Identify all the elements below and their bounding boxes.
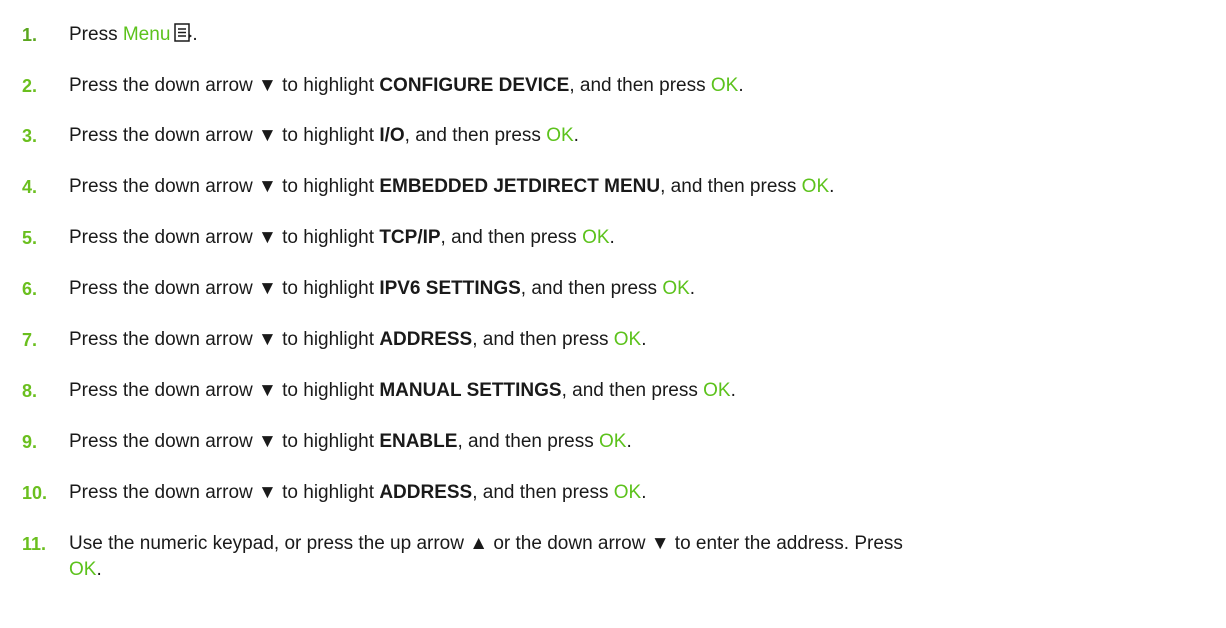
period: . <box>689 278 696 299</box>
down-arrow-icon: ▼ <box>258 75 277 96</box>
step-text: Press the down arrow ▼ to highlight ADDR… <box>69 327 1186 353</box>
period: . <box>573 125 579 146</box>
menu-item-name: CONFIGURE DEVICE <box>379 75 570 96</box>
step-mid: to highlight <box>282 482 375 503</box>
step-mid: to highlight <box>282 125 375 146</box>
step-post: , and then press <box>472 329 609 350</box>
press-text: Press <box>69 24 118 45</box>
down-arrow-icon: ▼ <box>258 227 277 248</box>
down-arrow-icon: ▼ <box>258 329 277 350</box>
period: . <box>738 75 744 96</box>
step-mid: to highlight <box>282 329 375 350</box>
step-pre: Press the down arrow <box>69 380 253 401</box>
step-pre: Use the numeric keypad, or press the up … <box>69 533 464 554</box>
step-text: Press the down arrow ▼ to highlight IPV6… <box>69 276 1186 302</box>
ok-label: OK <box>598 431 627 452</box>
step-text: Press the down arrow ▼ to highlight ADDR… <box>69 480 1186 506</box>
step-pre: Press the down arrow <box>69 176 253 197</box>
down-arrow-icon: ▼ <box>650 533 670 554</box>
menu-item-name: ENABLE <box>379 431 458 452</box>
step-text: Press the down arrow ▼ to highlight ENAB… <box>69 429 1186 455</box>
menu-label: Menu <box>122 24 171 45</box>
step-post: to enter the address. Press <box>674 533 903 554</box>
step-mid: to highlight <box>282 176 375 197</box>
step-post: , and then press <box>520 278 658 299</box>
down-arrow-icon: ▼ <box>258 431 277 452</box>
down-arrow-icon: ▼ <box>258 380 277 401</box>
menu-item-name: MANUAL SETTINGS <box>379 380 562 401</box>
step-number: 7. <box>22 330 38 350</box>
step-post: , and then press <box>440 227 577 248</box>
step-pre: Press the down arrow <box>69 329 253 350</box>
step-pre: Press the down arrow <box>69 431 253 452</box>
step-text: Press the down arrow ▼ to highlight TCP/… <box>69 225 1186 251</box>
step-number: 5. <box>22 228 38 248</box>
step-pre: Press the down arrow <box>69 278 253 299</box>
down-arrow-icon: ▼ <box>258 278 277 299</box>
menu-item-name: ADDRESS <box>379 329 473 350</box>
step-pre: Press the down arrow <box>69 482 253 503</box>
ok-label: OK <box>710 75 739 96</box>
step-pre: Press the down arrow <box>69 75 253 96</box>
period: . <box>96 559 102 580</box>
step-post: , and then press <box>404 125 541 146</box>
menu-item-name: TCP/IP <box>379 227 441 248</box>
menu-item-name: IPV6 SETTINGS <box>379 278 521 299</box>
ok-label: OK <box>582 227 610 248</box>
menu-item-name: EMBEDDED JETDIRECT MENU <box>379 176 661 197</box>
step-text: Press Menu . <box>69 22 1186 51</box>
down-arrow-icon: ▼ <box>258 482 277 503</box>
period: . <box>641 482 647 503</box>
step-mid: to highlight <box>282 227 375 248</box>
step-pre: Press the down arrow <box>69 125 253 146</box>
step-text: Press the down arrow ▼ to highlight CONF… <box>69 73 1186 99</box>
menu-item-name: I/O <box>379 125 405 146</box>
step-number: 8. <box>22 381 38 401</box>
step-number: 2. <box>22 76 38 96</box>
step-number: 11. <box>22 534 47 554</box>
step-mid: to highlight <box>282 431 375 452</box>
step-number: 4. <box>22 177 38 197</box>
step-number: 3. <box>22 126 38 146</box>
period: . <box>192 24 198 45</box>
step-post: , and then press <box>457 431 594 452</box>
ok-label: OK <box>662 278 690 299</box>
step-number: 10. <box>22 483 48 503</box>
step-pre: Press the down arrow <box>69 227 253 248</box>
ok-label: OK <box>546 125 574 146</box>
down-arrow-icon: ▼ <box>258 176 277 197</box>
step-number: 1. <box>22 25 38 45</box>
down-arrow-icon: ▼ <box>258 125 277 146</box>
step-number: 6. <box>22 279 38 299</box>
ok-label: OK <box>613 482 642 503</box>
step-text: Press the down arrow ▼ to highlight MANU… <box>69 378 1186 404</box>
period: . <box>730 380 736 401</box>
menu-icon <box>174 23 193 51</box>
step-number: 9. <box>22 432 38 452</box>
up-arrow-icon: ▲ <box>469 533 489 554</box>
step-post: , and then press <box>569 75 706 96</box>
ok-label: OK <box>613 329 642 350</box>
period: . <box>609 227 615 248</box>
ok-label: OK <box>69 559 97 580</box>
step-text: Press the down arrow ▼ to highlight I/O,… <box>69 123 1186 149</box>
ok-label: OK <box>801 176 830 197</box>
period: . <box>829 176 835 197</box>
step-text: Use the numeric keypad, or press the up … <box>69 531 1199 583</box>
menu-item-name: ADDRESS <box>379 482 473 503</box>
step-post: , and then press <box>561 380 698 401</box>
step-mid: to highlight <box>282 278 375 299</box>
period: . <box>626 431 632 452</box>
step-mid: to highlight <box>282 75 375 96</box>
step-post: , and then press <box>660 176 797 197</box>
step-mid: to highlight <box>282 380 375 401</box>
step-mid: or the down arrow <box>493 533 646 554</box>
period: . <box>641 329 647 350</box>
step-text: Press the down arrow ▼ to highlight EMBE… <box>69 174 1186 200</box>
ok-label: OK <box>703 380 731 401</box>
step-post: , and then press <box>472 482 609 503</box>
